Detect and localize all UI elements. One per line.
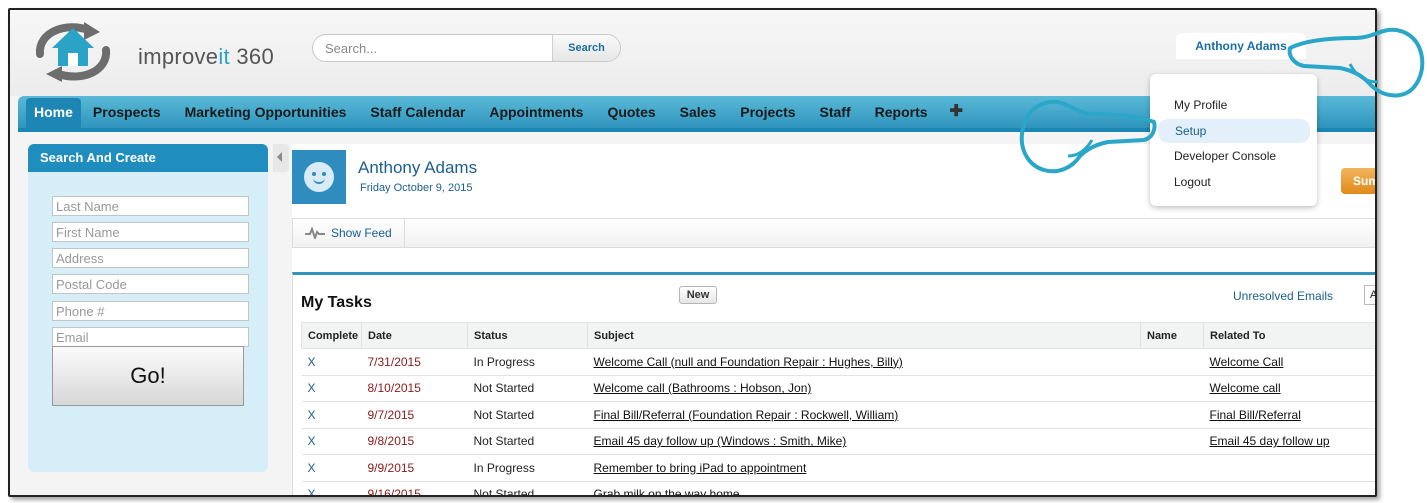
task-status: In Progress: [467, 348, 588, 376]
brand-name-accent: it: [218, 44, 230, 69]
tab-marketing-opportunities[interactable]: Marketing Opportunities: [173, 96, 359, 128]
tab-staff-calendar[interactable]: Staff Calendar: [358, 96, 477, 128]
task-name: [1140, 428, 1204, 455]
task-related-link[interactable]: Final Bill/Referral: [1210, 408, 1301, 422]
tab-appointments[interactable]: Appointments: [477, 96, 595, 128]
my-tasks-panel: My Tasks New Unresolved Emails A Complet…: [292, 272, 1375, 495]
chevron-left-icon: [277, 152, 282, 162]
task-date: 8/10/2015: [361, 375, 468, 402]
task-subject-link[interactable]: Welcome Call (null and Foundation Repair…: [594, 355, 903, 369]
task-name: [1140, 375, 1204, 402]
first-name-field[interactable]: [52, 222, 249, 242]
complete-task-link[interactable]: X: [301, 348, 362, 376]
house-arrows-icon: [36, 22, 111, 82]
task-date: 9/7/2015: [361, 401, 468, 429]
feed-toolbar: Show Feed: [292, 218, 1375, 248]
search-input[interactable]: [313, 35, 552, 61]
column-header-status[interactable]: Status: [467, 322, 588, 349]
complete-task-link[interactable]: X: [301, 375, 362, 402]
user-menu-dropdown: My Profile Setup Developer Console Logou…: [1150, 74, 1317, 206]
menu-item-developer-console[interactable]: Developer Console: [1166, 144, 1306, 168]
app-window: improveit 360 Search Anthony Adams Home …: [8, 8, 1377, 497]
show-feed-button[interactable]: Show Feed: [293, 219, 405, 247]
pulse-icon: [305, 227, 325, 239]
menu-item-my-profile[interactable]: My Profile: [1166, 93, 1306, 117]
search-and-create-panel: Search And Create Go!: [28, 144, 268, 472]
task-name: [1140, 348, 1204, 376]
unresolved-emails-link[interactable]: Unresolved Emails: [1233, 289, 1333, 303]
column-header-subject[interactable]: Subject: [587, 322, 1141, 349]
column-header-related-to[interactable]: Related To: [1203, 322, 1375, 349]
tasks-table: Complete Date Status Subject Name Relate…: [301, 322, 1375, 495]
column-header-date[interactable]: Date: [361, 322, 468, 349]
avatar[interactable]: [292, 150, 346, 204]
user-menu-trigger[interactable]: Anthony Adams: [1176, 33, 1306, 59]
tab-staff[interactable]: Staff: [808, 96, 863, 128]
table-row: X 9/8/2015 Not Started Email 45 day foll…: [301, 428, 1375, 455]
column-header-complete[interactable]: Complete: [301, 322, 362, 349]
task-filter-select[interactable]: A: [1364, 285, 1375, 305]
complete-task-link[interactable]: X: [301, 401, 362, 429]
task-name: [1140, 481, 1204, 495]
sidebar-collapse-handle[interactable]: [273, 144, 289, 172]
task-related-link[interactable]: Welcome call: [1210, 381, 1281, 395]
task-subject-link[interactable]: Welcome call (Bathrooms : Hobson, Jon): [594, 381, 812, 395]
task-subject-link[interactable]: Remember to bring iPad to appointment: [594, 461, 807, 475]
menu-item-logout[interactable]: Logout: [1166, 170, 1306, 194]
brand-name: improveit 360: [138, 44, 274, 70]
task-status: Not Started: [467, 481, 588, 495]
tab-projects[interactable]: Projects: [728, 96, 807, 128]
email-field[interactable]: [52, 327, 249, 347]
task-status: Not Started: [467, 428, 588, 455]
table-row: X 9/16/2015 Not Started Grab milk on the…: [301, 481, 1375, 495]
task-subject-link[interactable]: Email 45 day follow up (Windows : Smith,…: [594, 434, 847, 448]
last-name-field[interactable]: [52, 196, 249, 216]
new-task-button[interactable]: New: [679, 286, 717, 304]
task-date: 7/31/2015: [361, 348, 468, 376]
go-button[interactable]: Go!: [52, 346, 244, 406]
task-date: 9/16/2015: [361, 481, 468, 495]
add-tab-icon[interactable]: ✚: [940, 96, 973, 128]
task-related-link[interactable]: Welcome Call: [1210, 355, 1284, 369]
task-name: [1140, 454, 1204, 482]
task-related-link[interactable]: Email 45 day follow up: [1210, 434, 1330, 448]
task-subject-link[interactable]: Final Bill/Referral (Foundation Repair :…: [594, 408, 899, 422]
tab-quotes[interactable]: Quotes: [595, 96, 667, 128]
table-row: X 9/7/2015 Not Started Final Bill/Referr…: [301, 401, 1375, 429]
global-search: Search: [312, 34, 621, 62]
address-field[interactable]: [52, 248, 249, 268]
task-status: Not Started: [467, 375, 588, 402]
table-row: X 9/9/2015 In Progress Remember to bring…: [301, 454, 1375, 482]
table-row: X 7/31/2015 In Progress Welcome Call (nu…: [301, 348, 1375, 376]
complete-task-link[interactable]: X: [301, 454, 362, 482]
brand-name-prefix: improve: [138, 44, 219, 69]
search-button[interactable]: Search: [552, 35, 620, 61]
table-row: X 8/10/2015 Not Started Welcome call (Ba…: [301, 375, 1375, 402]
complete-task-link[interactable]: X: [301, 481, 362, 495]
profile-name-link[interactable]: Anthony Adams: [358, 158, 477, 178]
task-name: [1140, 401, 1204, 429]
show-feed-label: Show Feed: [331, 226, 392, 240]
tab-home[interactable]: Home: [26, 98, 81, 130]
complete-task-link[interactable]: X: [301, 428, 362, 455]
profile-date: Friday October 9, 2015: [360, 182, 473, 194]
task-date: 9/9/2015: [361, 454, 468, 482]
submit-button[interactable]: Sum: [1341, 168, 1375, 194]
brand-name-suffix: 360: [229, 44, 274, 69]
smiley-face-icon: [304, 162, 334, 192]
tasks-title: My Tasks: [301, 294, 372, 311]
phone-field[interactable]: [52, 301, 249, 321]
tab-sales[interactable]: Sales: [668, 96, 729, 128]
tab-prospects[interactable]: Prospects: [81, 96, 173, 128]
task-date: 9/8/2015: [361, 428, 468, 455]
postal-code-field[interactable]: [52, 274, 249, 294]
task-status: In Progress: [467, 454, 588, 482]
column-header-name[interactable]: Name: [1140, 322, 1204, 349]
menu-item-setup[interactable]: Setup: [1158, 119, 1310, 143]
sidebar-title: Search And Create: [28, 144, 268, 172]
brand-logo[interactable]: improveit 360: [26, 20, 291, 82]
task-status: Not Started: [467, 401, 588, 429]
task-subject-link[interactable]: Grab milk on the way home: [594, 487, 740, 495]
tab-reports[interactable]: Reports: [863, 96, 940, 128]
